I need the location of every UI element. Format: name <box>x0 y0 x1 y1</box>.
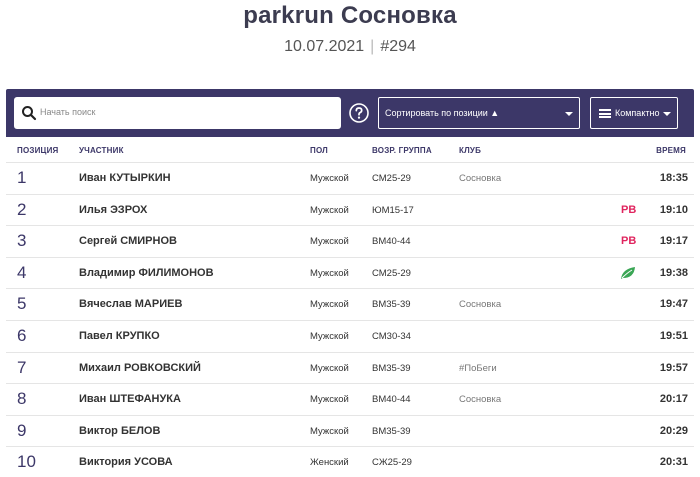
age-group: СМ25-29 <box>372 267 411 279</box>
help-circle-icon[interactable] <box>349 103 369 123</box>
participant-name[interactable]: Иван КУТЫРКИН <box>79 172 171 184</box>
search-input[interactable]: Начать поиск <box>14 97 341 129</box>
participant-name[interactable]: Павел КРУПКО <box>79 330 160 342</box>
participant-gender: Мужской <box>310 173 349 184</box>
finish-time: 19:17 <box>659 235 688 248</box>
row-position: 5 <box>17 294 27 314</box>
column-club[interactable]: КЛУБ <box>459 146 481 155</box>
row-position: 9 <box>17 420 27 440</box>
participant-gender: Женский <box>310 457 349 469</box>
participant-gender: Мужской <box>310 236 349 248</box>
event-number: #294 <box>380 38 416 55</box>
age-group: ВМ40-44 <box>372 394 411 406</box>
pb-badge: PB <box>621 203 637 216</box>
participant-gender: Мужской <box>310 394 349 406</box>
event-date: 10.07.2021 <box>284 38 365 55</box>
table-row[interactable]: 5 Вячеслав МАРИЕВ Мужской ВМ35-39 Сосновка 19… <box>6 289 694 321</box>
participant-gender: Мужской <box>310 204 349 216</box>
age-group: СМ30-34 <box>372 330 411 342</box>
table-row[interactable]: 6 Павел КРУПКО Мужской СМ30-34 19:51 <box>6 321 694 353</box>
table-row[interactable]: 8 Иван ШТЕФАНУКА Мужской ВМ40-44 Сосновка 20:… <box>6 384 694 416</box>
row-position: 4 <box>17 262 27 282</box>
participant-gender: Мужской <box>310 299 349 311</box>
column-gender[interactable]: ПОЛ <box>310 146 328 155</box>
table-row[interactable]: 2 Илья ЭЗРОХ Мужской ЮМ15-17 PB 19:10 <box>6 195 694 227</box>
age-group: СЖ25-29 <box>372 457 412 469</box>
finish-time: 19:47 <box>659 298 688 311</box>
table-row[interactable]: 4 Владимир ФИЛИМОНОВ Мужской СМ25-29 19:38 <box>6 258 694 290</box>
search-icon <box>22 106 37 121</box>
chevron-down-icon <box>565 112 573 116</box>
age-group: ВМ35-39 <box>372 425 411 437</box>
table-header: ПОЗИЦИЯ УЧАСТНИК ПОЛ ВОЗР. ГРУППА КЛУБ В… <box>6 137 694 163</box>
column-time[interactable]: ВРЕМЯ <box>656 146 686 155</box>
finish-time: 19:51 <box>659 329 688 342</box>
table-row[interactable]: 10 Виктория УСОВА Женский СЖ25-29 20:31 <box>6 447 694 477</box>
sort-select[interactable]: Сортировать по позиции ▲ <box>378 97 580 129</box>
finish-time: 20:17 <box>659 393 688 406</box>
search-placeholder: Начать поиск <box>40 107 96 117</box>
participant-name[interactable]: Виктория УСОВА <box>79 456 173 468</box>
participant-gender: Мужской <box>310 330 349 342</box>
row-position: 1 <box>17 168 27 187</box>
row-position: 6 <box>17 325 27 345</box>
finish-time: 20:31 <box>659 456 688 469</box>
row-position: 7 <box>17 357 27 377</box>
participant-gender: Мужской <box>310 425 349 437</box>
age-group: ВМ35-39 <box>372 362 411 374</box>
chevron-down-icon <box>663 112 671 116</box>
view-mode-select[interactable]: Компактно <box>590 97 678 129</box>
column-participant[interactable]: УЧАСТНИК <box>79 146 124 155</box>
row-position: 2 <box>17 199 27 219</box>
participant-name[interactable]: Виктор БЕЛОВ <box>79 425 160 437</box>
view-mode-label: Компактно <box>615 108 660 118</box>
age-group: ВМ35-39 <box>372 299 411 311</box>
row-position: 8 <box>17 389 27 409</box>
finish-time: 19:38 <box>659 266 688 279</box>
finish-time: 20:29 <box>659 424 688 437</box>
finish-time: 18:35 <box>659 172 688 184</box>
finish-time: 19:57 <box>659 361 688 374</box>
table-row[interactable]: 1 Иван КУТЫРКИН Мужской СМ25-29 Сосновка 18:3… <box>6 163 694 195</box>
club-name[interactable]: Сосновка <box>459 173 501 184</box>
row-position: 3 <box>17 231 27 251</box>
pb-badge: PB <box>621 235 637 248</box>
participant-name[interactable]: Михаил РОВКОВСКИЙ <box>79 362 201 374</box>
separator: | <box>370 38 375 55</box>
table-row[interactable]: 9 Виктор БЕЛОВ Мужской ВМ35-39 20:29 <box>6 416 694 448</box>
results-table: 1 Иван КУТЫРКИН Мужской СМ25-29 Сосновка 18:3… <box>6 163 694 477</box>
column-position[interactable]: ПОЗИЦИЯ <box>17 146 58 155</box>
controls-panel: Начать поиск Сортировать по позиции ▲ Ко… <box>6 89 694 137</box>
participant-name[interactable]: Сергей СМИРНОВ <box>79 235 177 247</box>
club-name[interactable]: Сосновка <box>459 299 501 310</box>
participant-name[interactable]: Владимир ФИЛИМОНОВ <box>79 267 214 279</box>
age-group: ВМ40-44 <box>372 236 411 248</box>
menu-icon <box>599 109 611 118</box>
club-name[interactable]: Сосновка <box>459 394 501 405</box>
participant-gender: Мужской <box>310 362 349 374</box>
participant-name[interactable]: Илья ЭЗРОХ <box>79 204 147 216</box>
club-name[interactable]: #ПоБеги <box>459 363 497 374</box>
participant-name[interactable]: Иван ШТЕФАНУКА <box>79 393 181 405</box>
column-age-group[interactable]: ВОЗР. ГРУППА <box>372 146 432 155</box>
finish-time: 19:10 <box>659 203 688 216</box>
participant-gender: Мужской <box>310 267 349 279</box>
age-group: СМ25-29 <box>372 173 411 184</box>
age-group: ЮМ15-17 <box>372 204 414 216</box>
table-row[interactable]: 3 Сергей СМИРНОВ Мужской ВМ40-44 PB 19:17 <box>6 226 694 258</box>
sort-label: Сортировать по позиции ▲ <box>385 108 500 118</box>
table-row[interactable]: 7 Михаил РОВКОВСКИЙ Мужской ВМ35-39 #ПоБеги 1… <box>6 353 694 385</box>
leaf-icon <box>621 266 635 279</box>
event-info: 10.07.2021 | #294 <box>0 38 700 56</box>
page-title: parkrun Сосновка <box>243 2 457 29</box>
participant-name[interactable]: Вячеслав МАРИЕВ <box>79 298 182 310</box>
row-position: 10 <box>17 452 36 472</box>
